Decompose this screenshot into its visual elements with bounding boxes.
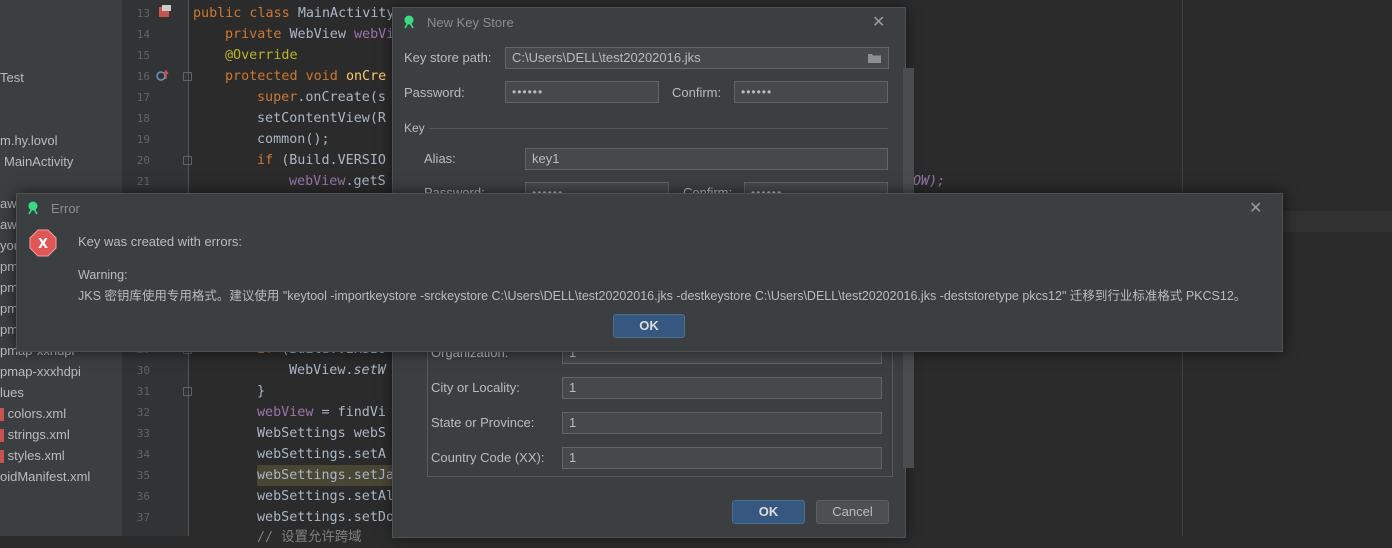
line-number: 35 xyxy=(136,469,150,482)
alias-label: Alias: xyxy=(424,151,456,166)
dialog-title: Error xyxy=(51,201,80,216)
line-number: 14 xyxy=(136,28,150,41)
confirm-label: Confirm: xyxy=(672,85,722,100)
code-line: webSettings.setAl xyxy=(257,489,395,504)
line-number: 34 xyxy=(136,448,150,461)
tree-item[interactable]: MainActivity xyxy=(4,151,73,172)
code-line: webView = findVi xyxy=(257,405,386,420)
alias-field[interactable]: key1 xyxy=(525,148,888,170)
code-line: super.onCreate(s xyxy=(257,90,386,105)
tree-item[interactable]: aw xyxy=(0,214,17,235)
tree-item[interactable]: lues xyxy=(0,382,24,403)
svg-text:X: X xyxy=(38,237,48,252)
city-field[interactable]: 1 xyxy=(562,377,882,399)
country-code-field[interactable]: 1 xyxy=(562,447,882,469)
override-marker-icon[interactable] xyxy=(156,69,170,83)
warning-label: Warning: xyxy=(78,268,128,282)
confirm-field[interactable]: •••••• xyxy=(734,81,888,103)
tree-item[interactable]: aw xyxy=(0,193,17,214)
key-store-path-field[interactable]: C:\Users\DELL\test20202016.jks xyxy=(505,47,889,69)
line-number: 30 xyxy=(136,364,150,377)
code-line: webView.getS xyxy=(289,174,386,189)
line-number: 32 xyxy=(136,406,150,419)
city-label: City or Locality: xyxy=(431,380,520,395)
line-number: 17 xyxy=(136,91,150,104)
dialog-title: New Key Store xyxy=(427,15,514,30)
code-line-tail: OW); xyxy=(913,174,946,189)
line-number: 36 xyxy=(136,490,150,503)
warning-text: JKS 密钥库使用专用格式。建议使用 "keytool -importkeyst… xyxy=(78,289,1247,303)
key-section-label: Key xyxy=(404,121,425,135)
line-number: 33 xyxy=(136,427,150,440)
code-line: } xyxy=(257,384,266,399)
line-number: 19 xyxy=(136,133,150,146)
code-line: public class MainActivity xyxy=(193,6,395,21)
error-dialog: Error ✕ X Key was created with errors: W… xyxy=(16,193,1283,352)
line-number: 21 xyxy=(136,175,150,188)
xml-file-icon xyxy=(0,450,4,464)
close-icon[interactable]: ✕ xyxy=(872,12,885,32)
code-line: WebSettings webS xyxy=(257,426,386,441)
xml-file-icon xyxy=(0,429,4,443)
error-icon: X xyxy=(29,229,57,257)
state-field[interactable]: 1 xyxy=(562,412,882,434)
line-number: 37 xyxy=(136,511,150,524)
tree-item[interactable]: pmap-xxxhdpi xyxy=(0,361,81,382)
section-divider xyxy=(429,128,888,129)
tree-item[interactable]: oidManifest.xml xyxy=(0,466,90,487)
folder-icon[interactable] xyxy=(867,52,882,64)
code-line: webSettings.setDo xyxy=(257,510,395,525)
tree-item[interactable]: styles.xml xyxy=(0,445,65,466)
code-comment: // 设置允许跨域 xyxy=(257,530,362,545)
line-number: 20 xyxy=(136,154,150,167)
tree-item[interactable]: m.hy.lovol xyxy=(0,130,58,151)
code-line: setContentView(R xyxy=(257,111,386,126)
error-message: Key was created with errors: xyxy=(78,234,243,249)
cancel-button[interactable]: Cancel xyxy=(816,500,889,524)
code-line: WebView.setW xyxy=(289,363,386,378)
code-line: webSettings.setA xyxy=(257,447,386,462)
android-studio-icon xyxy=(28,201,38,215)
line-number: 31 xyxy=(136,385,150,398)
tree-item[interactable]: colors.xml xyxy=(0,403,66,424)
close-icon[interactable]: ✕ xyxy=(1249,198,1262,218)
key-store-path-label: Key store path: xyxy=(404,50,492,65)
code-line: protected void onCre xyxy=(225,69,387,84)
tree-item[interactable]: strings.xml xyxy=(0,424,70,445)
line-number: 16 xyxy=(136,70,150,83)
code-line: common(); xyxy=(257,132,330,147)
line-number: 15 xyxy=(136,49,150,62)
code-line: private WebView webVi xyxy=(225,27,395,42)
tree-item[interactable]: Test xyxy=(0,67,24,88)
android-studio-icon xyxy=(404,15,414,29)
code-line: @Override xyxy=(225,48,298,63)
line-number: 13 xyxy=(136,7,150,20)
country-code-label: Country Code (XX): xyxy=(431,450,545,465)
code-line-highlighted: webSettings.setJa xyxy=(257,465,395,486)
class-icon[interactable] xyxy=(157,5,171,19)
code-line: if (Build.VERSIO xyxy=(257,153,386,168)
ok-button[interactable]: OK xyxy=(613,314,685,338)
ok-button[interactable]: OK xyxy=(732,500,805,524)
password-label: Password: xyxy=(404,85,465,100)
line-number: 18 xyxy=(136,112,150,125)
password-field[interactable]: •••••• xyxy=(505,81,659,103)
xml-file-icon xyxy=(0,408,4,422)
state-label: State or Province: xyxy=(431,415,535,430)
